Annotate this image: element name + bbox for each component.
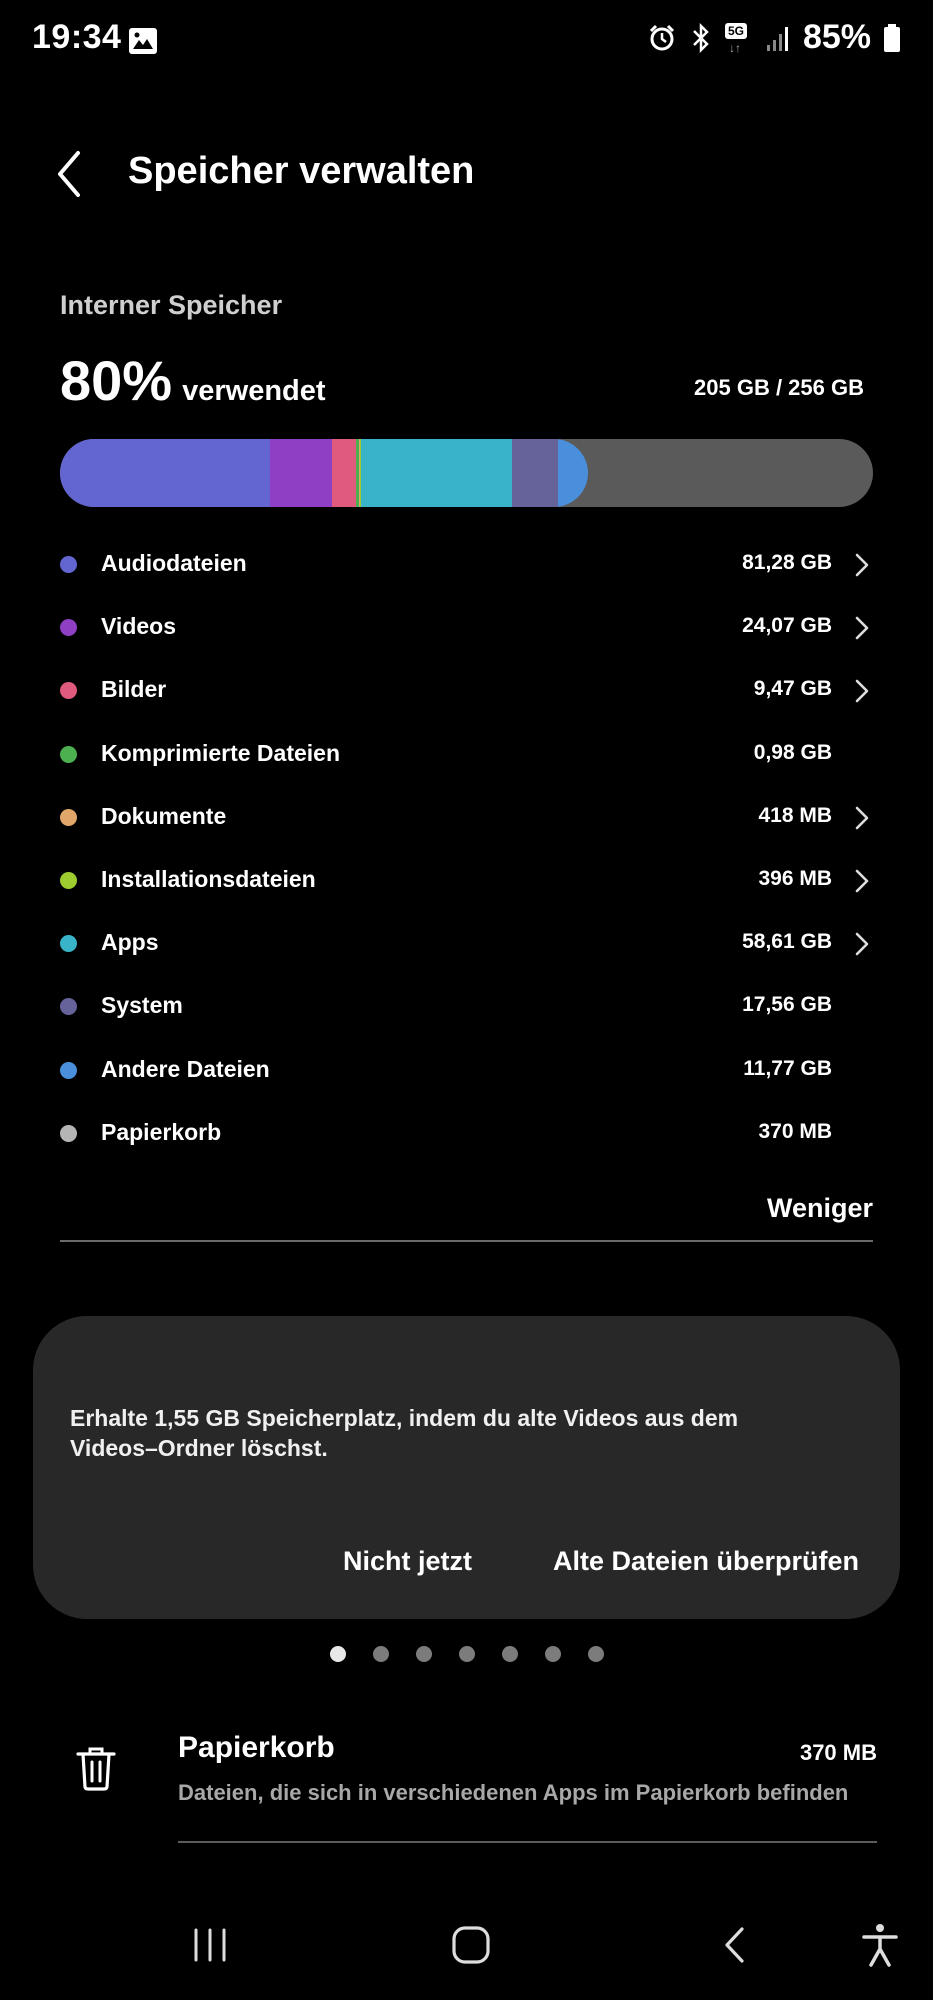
page-dot[interactable] — [501, 1646, 518, 1662]
storage-bar-segment — [331, 439, 357, 507]
alarm-icon — [649, 24, 674, 50]
chevron-right-icon[interactable] — [851, 803, 873, 833]
recycle-bin-size: 370 MB — [799, 1740, 877, 1765]
list-item: System 17,56 GB — [60, 982, 873, 1030]
storage-usage-bar — [60, 439, 873, 507]
chevron-right-icon[interactable] — [851, 866, 873, 896]
section-label: Interner Speicher — [60, 290, 283, 320]
storage-bar-segment — [557, 439, 588, 507]
5g-icon: 5G ↓↑ — [724, 21, 753, 55]
list-item: Komprimierte Dateien 0,98 GB — [60, 730, 873, 778]
used-percent: 80% — [60, 349, 173, 412]
storage-bar-segment — [60, 439, 270, 507]
category-color-dot — [60, 1124, 77, 1142]
category-color-dot — [60, 556, 77, 573]
network-type: 5G — [724, 22, 747, 39]
page-dot[interactable] — [587, 1646, 604, 1662]
storage-used-segments — [60, 439, 588, 507]
signal-icon — [766, 26, 788, 51]
category-name: Papierkorb — [101, 1118, 222, 1145]
page-dot[interactable] — [329, 1646, 346, 1662]
list-item[interactable]: Audiodateien 81,28 GB — [60, 540, 873, 588]
list-item[interactable]: Installationsdateien 396 MB — [60, 856, 873, 904]
list-item[interactable]: Dokumente 418 MB — [60, 793, 873, 841]
category-size: 11,77 GB — [743, 1056, 832, 1080]
category-name: Dokumente — [101, 802, 227, 829]
page-dot[interactable] — [415, 1646, 432, 1662]
status-icons: 5G ↓↑ 85% — [647, 18, 901, 57]
category-name: System — [101, 992, 183, 1019]
storage-bar-segment — [360, 439, 513, 507]
not-now-button[interactable]: Nicht jetzt — [343, 1546, 472, 1577]
chevron-right-icon[interactable] — [851, 613, 873, 643]
chevron-right-icon[interactable] — [851, 550, 873, 580]
category-color-dot — [60, 808, 77, 826]
category-name: Installationsdateien — [101, 866, 316, 892]
divider — [60, 1240, 873, 1242]
category-color-dot — [60, 872, 77, 889]
review-old-files-button[interactable]: Alte Dateien überprüfen — [553, 1546, 859, 1577]
recents-icon[interactable] — [190, 1925, 230, 1965]
divider — [178, 1841, 877, 1843]
page-title: Speicher verwalten — [128, 150, 475, 192]
less-button[interactable]: Weniger — [767, 1193, 873, 1224]
category-size: 24,07 GB — [742, 614, 832, 638]
category-size: 58,61 GB — [742, 930, 832, 954]
category-name: Apps — [101, 929, 159, 956]
chevron-right-icon[interactable] — [851, 676, 873, 706]
back-icon[interactable] — [720, 1925, 750, 1965]
recycle-bin-description: Dateien, die sich in verschiedenen Apps … — [178, 1780, 849, 1805]
page-dot[interactable] — [458, 1646, 475, 1662]
battery-percent: 85% — [802, 18, 871, 56]
page-dot[interactable] — [372, 1646, 389, 1662]
category-color-dot — [60, 619, 77, 637]
category-color-dot — [60, 745, 77, 763]
category-size: 9,47 GB — [753, 677, 832, 701]
chevron-right-icon[interactable] — [851, 929, 873, 959]
list-item[interactable]: Apps 58,61 GB — [60, 919, 873, 967]
battery-icon — [884, 23, 900, 52]
category-name: Komprimierte Dateien — [101, 739, 341, 766]
list-item[interactable]: Bilder 9,47 GB — [60, 666, 873, 714]
accessibility-icon[interactable] — [860, 1922, 900, 1968]
category-size: 396 MB — [758, 867, 832, 890]
storage-bar-segment — [269, 439, 332, 507]
trash-icon — [76, 1747, 116, 1791]
category-color-dot — [60, 935, 77, 953]
gallery-icon — [129, 28, 157, 54]
used-total: 205 GB / 256 GB — [694, 375, 864, 400]
list-item: Papierkorb 370 MB — [60, 1109, 873, 1157]
category-name: Bilder — [101, 676, 167, 703]
category-name: Andere Dateien — [101, 1055, 270, 1082]
category-size: 0,98 GB — [753, 740, 832, 764]
category-color-dot — [60, 1061, 77, 1079]
used-summary: 80% verwendet — [60, 348, 326, 413]
storage-bar-segment — [512, 439, 558, 507]
suggestion-text: Erhalte 1,55 GB Speicherplatz, indem du … — [70, 1405, 739, 1461]
category-color-dot — [60, 998, 77, 1016]
category-name: Audiodateien — [101, 550, 247, 576]
category-color-dot — [60, 682, 77, 700]
category-size: 370 MB — [758, 1119, 832, 1143]
status-time: 19:34 — [32, 18, 122, 56]
back-arrow-icon[interactable] — [50, 145, 100, 203]
list-item: Andere Dateien 11,77 GB — [60, 1046, 873, 1094]
page-dot[interactable] — [544, 1646, 561, 1662]
home-icon[interactable] — [451, 1925, 491, 1965]
page-indicator — [0, 1646, 933, 1662]
used-label: verwendet — [182, 375, 326, 407]
bluetooth-icon — [693, 22, 709, 53]
category-size: 81,28 GB — [742, 551, 832, 574]
category-name: Videos — [101, 613, 176, 640]
category-size: 17,56 GB — [742, 993, 832, 1017]
category-size: 418 MB — [758, 803, 832, 827]
list-item[interactable]: Videos 24,07 GB — [60, 603, 873, 651]
recycle-bin-title[interactable]: Papierkorb — [178, 1731, 335, 1765]
